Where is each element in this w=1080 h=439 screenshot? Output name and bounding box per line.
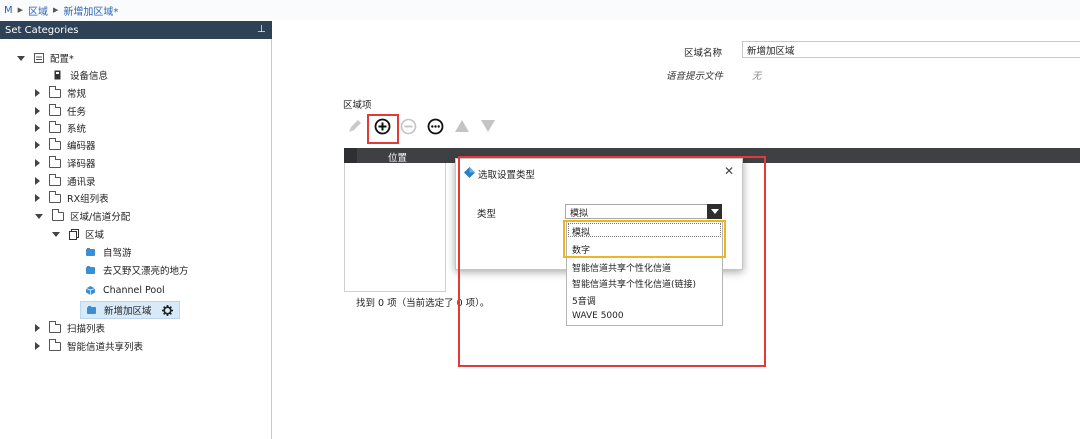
expanded-arrow-icon[interactable]: [52, 231, 60, 237]
folder-icon: [49, 155, 61, 168]
tree-label: 去又野又漂亮的地方: [103, 266, 189, 277]
add-button-highlight: [367, 114, 399, 144]
tree-label: 配置*: [50, 54, 74, 65]
tree-label: 通讯录: [67, 177, 96, 188]
tree-item-decoder[interactable]: 译码器: [35, 155, 96, 171]
folder-icon: [49, 190, 61, 203]
tree-label: Channel Pool: [103, 284, 165, 296]
tree-label: 系统: [67, 124, 87, 135]
collapsed-arrow-icon[interactable]: [35, 177, 40, 185]
folder-icon: [49, 137, 61, 150]
channel-icon: [87, 306, 96, 314]
tree-item-rx-group[interactable]: RX组列表: [35, 190, 109, 206]
analog-digital-highlight: [563, 220, 726, 258]
breadcrumb-zone[interactable]: 区域: [28, 3, 48, 18]
expanded-arrow-icon[interactable]: [35, 213, 43, 219]
folder-icon: [49, 103, 61, 116]
voice-prompt-label: 语音提示文件: [666, 71, 724, 82]
remove-circle-icon[interactable]: [400, 118, 417, 135]
panel-header: Set Categories: [0, 21, 272, 39]
folder-icon: [49, 320, 61, 333]
channel-icon: [86, 248, 95, 256]
zone-name-input[interactable]: [742, 41, 1080, 58]
tree-item-scan-list[interactable]: 扫描列表: [35, 320, 105, 336]
channel-pool-icon: [86, 285, 95, 295]
tree-item-channel-pool[interactable]: Channel Pool: [86, 282, 165, 298]
voice-prompt-value[interactable]: 无: [752, 68, 762, 82]
breadcrumb-separator-icon: ▶: [17, 6, 24, 14]
tree-label: 区域/信道分配: [70, 212, 131, 223]
pin-icon[interactable]: ⊥: [257, 24, 266, 35]
column-header-position[interactable]: 位置: [388, 150, 407, 164]
edit-pencil-icon[interactable]: [347, 118, 363, 134]
tree-item-general[interactable]: 常规: [35, 85, 86, 101]
collapsed-arrow-icon[interactable]: [35, 342, 40, 350]
zone-items-label: 区域项: [343, 100, 372, 111]
collapsed-arrow-icon[interactable]: [35, 324, 40, 332]
breadcrumb-separator-icon: ▶: [53, 6, 59, 14]
expanded-arrow-icon[interactable]: [17, 55, 25, 61]
folder-open-icon: [52, 208, 64, 221]
tree-item-trunk-share-list[interactable]: 智能信道共享列表: [35, 338, 143, 354]
collapsed-arrow-icon[interactable]: [35, 89, 40, 97]
config-icon: [34, 53, 44, 63]
channel-icon: [86, 266, 95, 274]
tree-item-new-zone-selected[interactable]: 新增加区域: [80, 301, 180, 319]
collapsed-arrow-icon[interactable]: [35, 159, 40, 167]
collapsed-arrow-icon[interactable]: [35, 141, 40, 149]
folder-icon: [49, 120, 61, 133]
folder-icon: [49, 338, 61, 351]
tree-item-encoder[interactable]: 编码器: [35, 137, 96, 153]
collapsed-arrow-icon[interactable]: [35, 194, 40, 202]
device-icon: [54, 70, 61, 80]
gear-icon[interactable]: [161, 304, 173, 316]
tree-item-config[interactable]: 配置*: [17, 50, 74, 66]
zone-icon: [69, 228, 79, 240]
folder-icon: [49, 85, 61, 98]
move-up-arrow-icon[interactable]: [454, 118, 470, 134]
grid-corner: [344, 148, 357, 163]
zone-items-grid-body: [344, 163, 446, 292]
folder-icon: [49, 173, 61, 186]
tree-label: 编码器: [67, 141, 96, 152]
panel-title: Set Categories: [5, 24, 79, 36]
tree-item-wild-place[interactable]: 去又野又漂亮的地方: [86, 262, 189, 278]
tree-item-zone-channel[interactable]: 区域/信道分配: [35, 208, 130, 224]
tree-item-tasks[interactable]: 任务: [35, 103, 86, 119]
tree-label: RX组列表: [67, 194, 109, 205]
tree-item-device-info[interactable]: 设备信息: [53, 67, 108, 83]
collapsed-arrow-icon[interactable]: [35, 107, 40, 115]
tree-item-system[interactable]: 系统: [35, 120, 86, 136]
more-options-icon[interactable]: [427, 118, 444, 135]
zone-name-label: 区域名称: [684, 48, 723, 59]
breadcrumb: M ▶ 区域 ▶ 新增加区域*: [0, 0, 1080, 20]
tree-label: 区域: [85, 230, 105, 241]
tree-label: 任务: [67, 107, 87, 118]
tree-label: 智能信道共享列表: [67, 342, 144, 353]
tree-label: 自驾游: [103, 248, 132, 259]
tree-item-zone[interactable]: 区域: [52, 226, 104, 242]
collapsed-arrow-icon[interactable]: [35, 124, 40, 132]
tree-label: 新增加区域: [104, 306, 152, 317]
dialog-highlight: [458, 156, 766, 367]
tree-label: 设备信息: [70, 71, 109, 82]
tree-label: 常规: [67, 89, 87, 100]
tree-item-self-drive[interactable]: 自驾游: [86, 244, 132, 260]
tree-item-contacts[interactable]: 通讯录: [35, 173, 96, 189]
tree-label: 译码器: [67, 159, 96, 170]
breadcrumb-root[interactable]: M: [4, 5, 13, 16]
move-down-arrow-icon[interactable]: [480, 118, 496, 134]
set-categories-panel: Set Categories ⊥ 配置* 设备信息 常规 任务 系统 编码器 译…: [0, 21, 272, 439]
tree-label: 扫描列表: [67, 324, 106, 335]
breadcrumb-current[interactable]: 新增加区域*: [63, 3, 118, 18]
